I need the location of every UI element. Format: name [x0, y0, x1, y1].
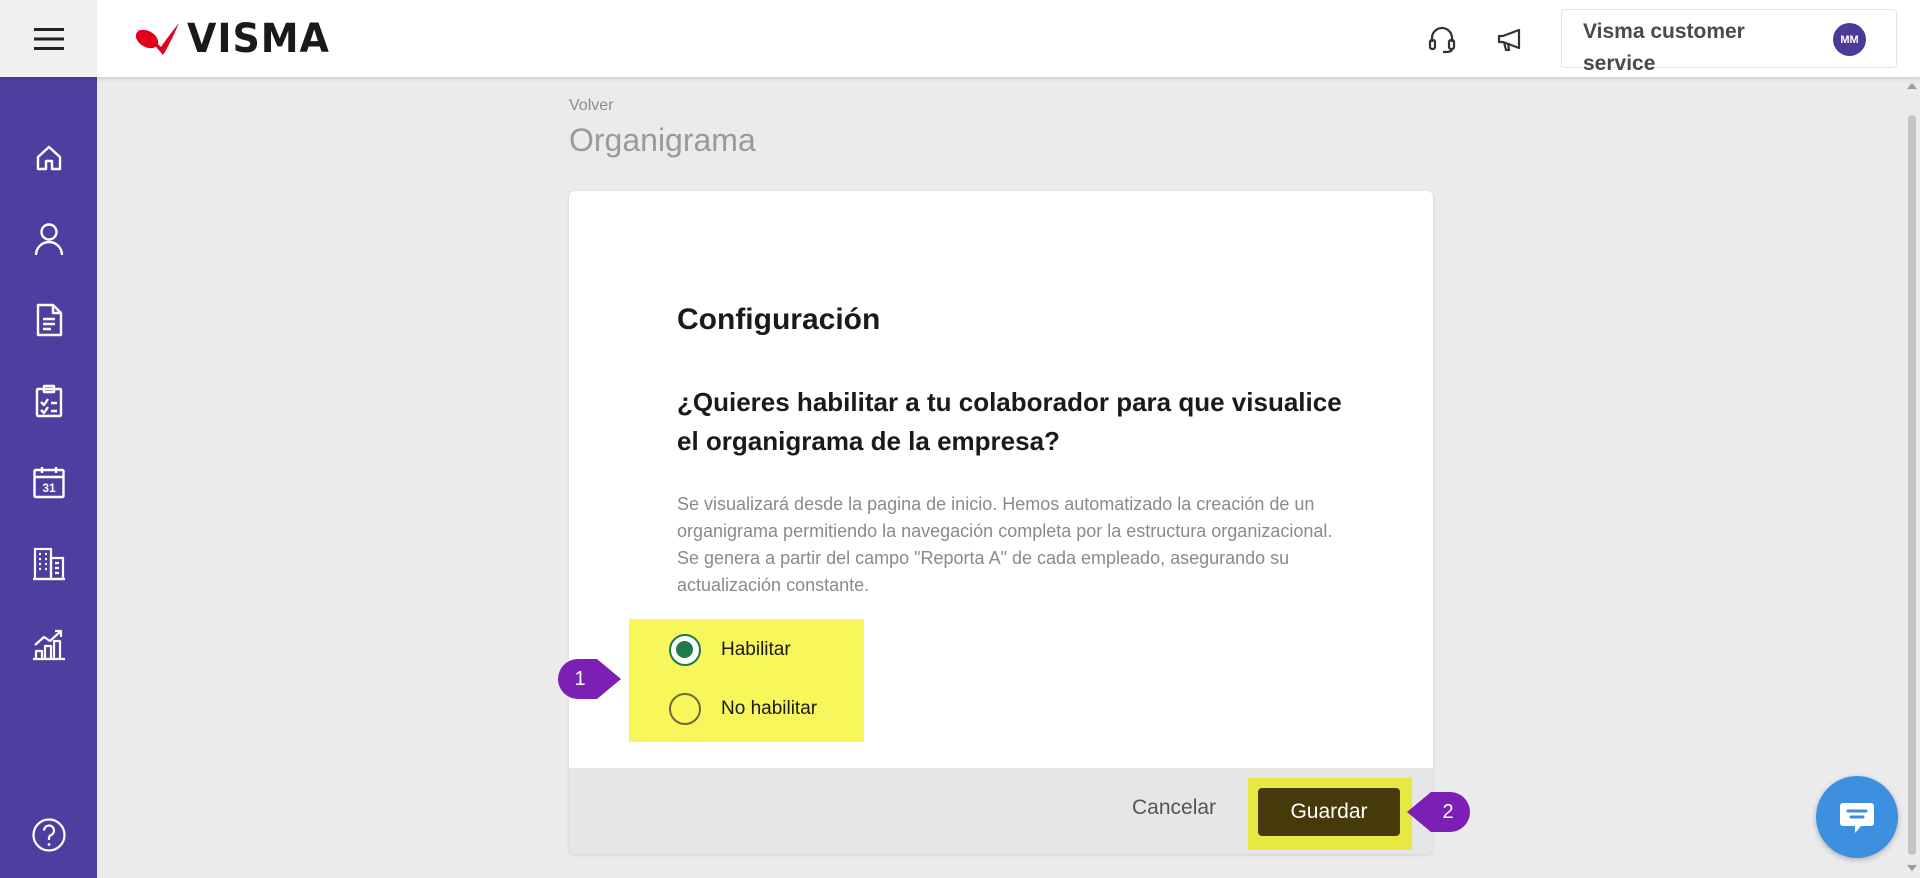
visma-swoosh-icon [135, 23, 179, 55]
sidebar-item-reports[interactable] [24, 619, 74, 669]
callout-number: 2 [1442, 800, 1454, 823]
brand-wordmark: VISMA [187, 16, 330, 62]
sidebar-item-documents[interactable] [24, 295, 74, 345]
clipboard-check-icon [35, 384, 63, 418]
radio-option-no-habilitar[interactable]: No habilitar [669, 693, 817, 725]
chat-icon [1840, 803, 1874, 833]
callout-1: 1 [557, 658, 623, 700]
scroll-down-arrow[interactable] [1907, 865, 1917, 871]
sidebar-item-calendar[interactable]: 31 [24, 457, 74, 507]
chat-widget-button[interactable] [1816, 776, 1898, 858]
help-icon [32, 818, 66, 852]
avatar: MM [1833, 23, 1866, 56]
support-button[interactable] [1421, 18, 1463, 60]
back-link[interactable]: Volver [569, 97, 613, 115]
chart-growth-icon [33, 629, 65, 661]
sidebar-item-organization[interactable] [24, 538, 74, 588]
menu-button[interactable] [0, 0, 97, 77]
sidebar-item-home[interactable] [24, 133, 74, 183]
sidebar-item-tasks[interactable] [24, 376, 74, 426]
page-title: Organigrama [569, 122, 756, 158]
document-icon [36, 303, 63, 337]
announcements-button[interactable] [1489, 18, 1531, 60]
home-icon [36, 145, 62, 171]
user-menu[interactable]: Visma customer service MM [1561, 9, 1897, 75]
scroll-thumb[interactable] [1908, 115, 1916, 855]
card-heading: Configuración [677, 303, 881, 336]
callout-2: 2 [1405, 791, 1471, 833]
headset-icon [1428, 26, 1456, 54]
radio-label: Habilitar [721, 639, 791, 660]
calendar-day-text: 31 [42, 481, 56, 495]
radio-button-checked[interactable] [669, 634, 701, 666]
sidebar-item-user[interactable] [24, 214, 74, 264]
card-description: Se visualizará desde la pagina de inicio… [677, 494, 1333, 595]
save-button-highlight: Guardar [1248, 778, 1412, 850]
radio-label: No habilitar [721, 698, 818, 719]
building-icon [33, 547, 65, 581]
settings-card: Configuración ¿Quieres habilitar a tu co… [569, 191, 1433, 854]
radio-button-unchecked[interactable] [669, 693, 701, 725]
user-icon [34, 223, 64, 256]
megaphone-icon [1497, 28, 1521, 52]
visma-logo[interactable]: VISMA [133, 16, 337, 62]
sidebar: 31 [0, 77, 97, 878]
scroll-up-arrow[interactable] [1907, 83, 1917, 89]
top-bar: VISMA Visma customer service MM [0, 0, 1920, 77]
callout-number: 1 [574, 667, 586, 690]
user-name: Visma customer service [1583, 20, 1745, 75]
page-scrollbar[interactable] [1904, 77, 1920, 878]
cancel-button[interactable]: Cancelar [1120, 790, 1228, 826]
calendar-icon: 31 [33, 467, 65, 499]
save-button[interactable]: Guardar [1258, 788, 1400, 836]
radio-option-habilitar[interactable]: Habilitar [669, 634, 791, 666]
card-question: ¿Quieres habilitar a tu colaborador para… [677, 387, 1342, 456]
sidebar-item-help[interactable] [24, 810, 74, 860]
radio-group-highlight: Habilitar No habilitar [629, 619, 864, 742]
menu-icon [33, 27, 64, 50]
